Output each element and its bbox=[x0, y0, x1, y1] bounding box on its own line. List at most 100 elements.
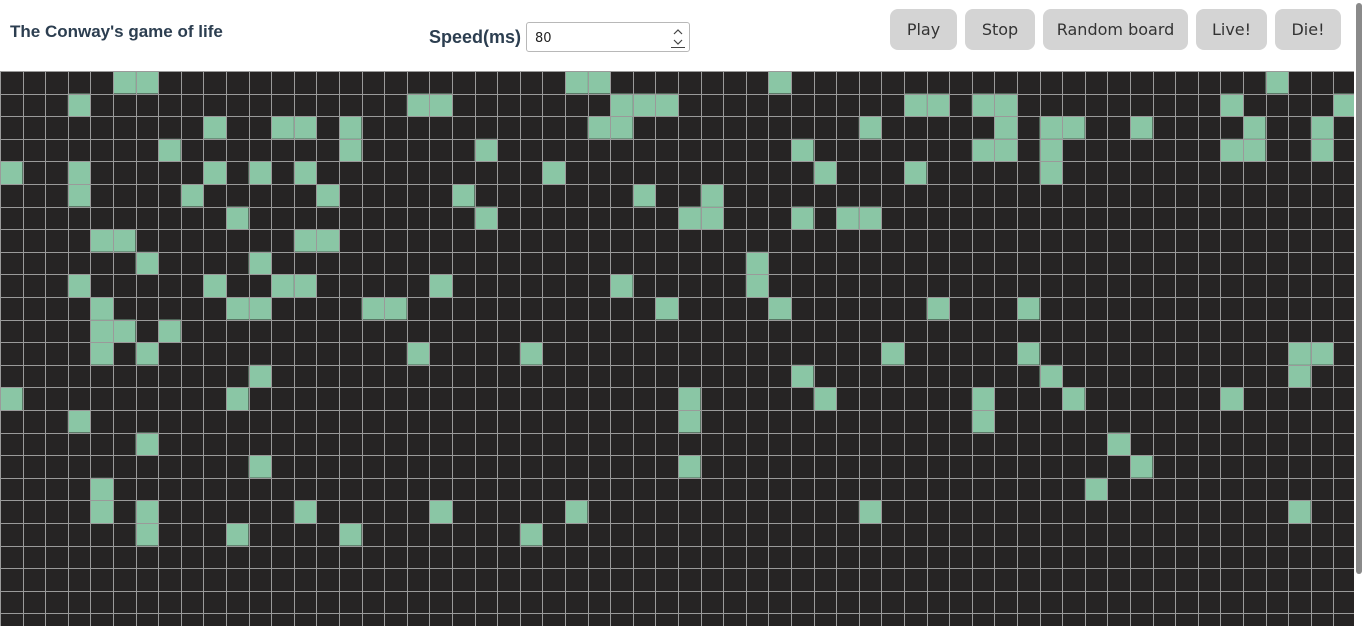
cell-dead[interactable] bbox=[316, 342, 339, 365]
cell-dead[interactable] bbox=[1333, 319, 1354, 343]
cell-dead[interactable] bbox=[158, 161, 181, 184]
cell-dead[interactable] bbox=[1197, 387, 1221, 410]
cell-dead[interactable] bbox=[723, 229, 746, 252]
cell-dead[interactable] bbox=[1017, 364, 1040, 388]
cell-dead[interactable] bbox=[1197, 251, 1221, 275]
cell-dead[interactable] bbox=[723, 410, 746, 433]
cell-dead[interactable] bbox=[1310, 477, 1334, 501]
cell-dead[interactable] bbox=[519, 184, 543, 207]
cell-alive[interactable] bbox=[203, 161, 226, 184]
cell-dead[interactable] bbox=[723, 161, 746, 184]
cell-dead[interactable] bbox=[1265, 116, 1289, 139]
cell-dead[interactable] bbox=[45, 274, 68, 297]
cell-dead[interactable] bbox=[858, 297, 882, 320]
cell-alive[interactable] bbox=[813, 387, 837, 410]
cell-dead[interactable] bbox=[1333, 410, 1354, 433]
cell-dead[interactable] bbox=[1107, 184, 1130, 207]
cell-dead[interactable] bbox=[1310, 229, 1334, 252]
cell-dead[interactable] bbox=[474, 477, 498, 501]
cell-dead[interactable] bbox=[949, 523, 972, 546]
cell-dead[interactable] bbox=[926, 410, 950, 433]
cell-dead[interactable] bbox=[271, 161, 294, 184]
cell-dead[interactable] bbox=[316, 251, 339, 275]
cell-dead[interactable] bbox=[203, 319, 226, 343]
cell-dead[interactable] bbox=[339, 71, 362, 94]
cell-dead[interactable] bbox=[994, 206, 1017, 230]
cell-dead[interactable] bbox=[45, 161, 68, 184]
cell-dead[interactable] bbox=[452, 523, 475, 546]
cell-dead[interactable] bbox=[180, 410, 204, 433]
cell-dead[interactable] bbox=[293, 432, 317, 456]
cell-alive[interactable] bbox=[1265, 71, 1289, 94]
cell-dead[interactable] bbox=[45, 364, 68, 388]
cell-dead[interactable] bbox=[971, 432, 995, 456]
cell-dead[interactable] bbox=[1152, 523, 1176, 546]
cell-dead[interactable] bbox=[316, 93, 339, 117]
cell-alive[interactable] bbox=[90, 342, 113, 365]
cell-dead[interactable] bbox=[158, 500, 181, 523]
cell-dead[interactable] bbox=[452, 364, 475, 388]
cell-dead[interactable] bbox=[429, 455, 452, 478]
cell-dead[interactable] bbox=[949, 251, 972, 275]
cell-dead[interactable] bbox=[1107, 319, 1130, 343]
cell-alive[interactable] bbox=[971, 93, 995, 117]
cell-dead[interactable] bbox=[994, 161, 1017, 184]
cell-dead[interactable] bbox=[203, 342, 226, 365]
cell-dead[interactable] bbox=[949, 138, 972, 162]
cell-dead[interactable] bbox=[700, 432, 724, 456]
cell-dead[interactable] bbox=[1197, 500, 1221, 523]
cell-dead[interactable] bbox=[0, 93, 23, 117]
cell-dead[interactable] bbox=[1152, 477, 1176, 501]
cell-alive[interactable] bbox=[248, 297, 272, 320]
cell-dead[interactable] bbox=[1310, 71, 1334, 94]
cell-dead[interactable] bbox=[113, 274, 136, 297]
cell-alive[interactable] bbox=[678, 410, 701, 433]
cell-dead[interactable] bbox=[678, 116, 701, 139]
cell-alive[interactable] bbox=[271, 274, 294, 297]
cell-dead[interactable] bbox=[1084, 206, 1108, 230]
cell-dead[interactable] bbox=[1220, 71, 1243, 94]
cell-dead[interactable] bbox=[1152, 161, 1176, 184]
cell-dead[interactable] bbox=[768, 342, 791, 365]
cell-alive[interactable] bbox=[1220, 93, 1243, 117]
cell-dead[interactable] bbox=[45, 251, 68, 275]
cell-dead[interactable] bbox=[1265, 229, 1289, 252]
cell-alive[interactable] bbox=[316, 184, 339, 207]
cell-dead[interactable] bbox=[994, 342, 1017, 365]
cell-dead[interactable] bbox=[858, 184, 882, 207]
cell-dead[interactable] bbox=[1152, 432, 1176, 456]
cell-dead[interactable] bbox=[1017, 455, 1040, 478]
cell-dead[interactable] bbox=[1220, 319, 1243, 343]
cell-dead[interactable] bbox=[632, 410, 656, 433]
cell-dead[interactable] bbox=[180, 138, 204, 162]
cell-alive[interactable] bbox=[791, 206, 814, 230]
cell-dead[interactable] bbox=[949, 184, 972, 207]
cell-dead[interactable] bbox=[1107, 500, 1130, 523]
cell-alive[interactable] bbox=[203, 274, 226, 297]
cell-dead[interactable] bbox=[361, 364, 385, 388]
cell-dead[interactable] bbox=[67, 251, 91, 275]
cell-dead[interactable] bbox=[90, 93, 113, 117]
cell-dead[interactable] bbox=[791, 93, 814, 117]
cell-alive[interactable] bbox=[610, 274, 633, 297]
cell-alive[interactable] bbox=[180, 184, 204, 207]
cell-dead[interactable] bbox=[1062, 410, 1085, 433]
cell-dead[interactable] bbox=[474, 161, 498, 184]
cell-dead[interactable] bbox=[248, 184, 272, 207]
cell-dead[interactable] bbox=[271, 455, 294, 478]
cell-dead[interactable] bbox=[519, 251, 543, 275]
cell-dead[interactable] bbox=[226, 71, 249, 94]
cell-dead[interactable] bbox=[587, 387, 611, 410]
cell-dead[interactable] bbox=[1152, 71, 1176, 94]
cell-dead[interactable] bbox=[519, 71, 543, 94]
cell-dead[interactable] bbox=[768, 229, 791, 252]
cell-dead[interactable] bbox=[180, 364, 204, 388]
cell-dead[interactable] bbox=[768, 184, 791, 207]
cell-dead[interactable] bbox=[1107, 206, 1130, 230]
cell-dead[interactable] bbox=[655, 274, 678, 297]
cell-alive[interactable] bbox=[135, 523, 159, 546]
cell-dead[interactable] bbox=[1197, 274, 1221, 297]
cell-dead[interactable] bbox=[361, 523, 385, 546]
cell-dead[interactable] bbox=[813, 138, 837, 162]
cell-dead[interactable] bbox=[293, 477, 317, 501]
